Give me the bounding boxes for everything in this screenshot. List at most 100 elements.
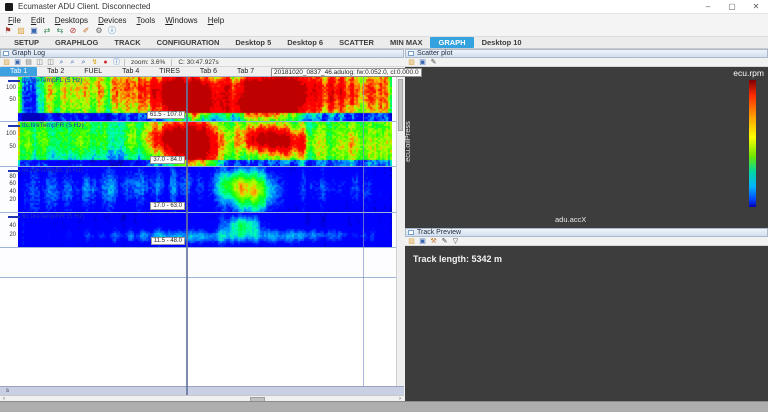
heatmap-row-0[interactable]: ttc.tireTempFL (5 Hz)1005061.5 - 107.0 xyxy=(0,77,396,122)
track-panel-header: Track Preview xyxy=(405,228,768,237)
pen-icon[interactable]: ✎ xyxy=(429,59,438,66)
open-icon[interactable]: ▨ xyxy=(16,27,26,35)
colorbar-label: ecu.rpm xyxy=(733,68,764,78)
menu-edit[interactable]: Edit xyxy=(26,16,50,25)
close-button[interactable]: ✕ xyxy=(744,0,768,13)
graph-marker-line[interactable] xyxy=(363,77,364,386)
graphlog-tab-tab-1[interactable]: Tab 1 xyxy=(0,67,37,76)
desktop-tab-desktop-10[interactable]: Desktop 10 xyxy=(474,37,530,48)
channel-swatch xyxy=(8,80,20,82)
graph-cursor-line[interactable] xyxy=(186,77,188,395)
cursor-range-value: 11.5 - 48.0 xyxy=(151,237,185,245)
track-map[interactable] xyxy=(405,246,768,401)
heatmap-row-2[interactable]: ttc.tireTempRL (5 Hz)8060402017.0 - 63.0 xyxy=(0,167,396,213)
desktop-tab-desktop-5[interactable]: Desktop 5 xyxy=(227,37,279,48)
wrench-icon[interactable]: ⚒ xyxy=(429,238,438,245)
y-tick: 20 xyxy=(0,197,16,203)
desktop-tab-configuration[interactable]: CONFIGURATION xyxy=(149,37,228,48)
pen-icon[interactable]: ✎ xyxy=(440,238,449,245)
heatmap-row-1[interactable]: ttc.tireTempFR (5 Hz)1005037.0 - 84.0 xyxy=(0,122,396,167)
zoom-out-icon[interactable]: ⌕ xyxy=(68,59,77,66)
minimize-button[interactable]: – xyxy=(696,0,720,13)
menu-devices[interactable]: Devices xyxy=(93,16,131,25)
info-icon[interactable]: ⓘ xyxy=(112,59,121,66)
channel-swatch xyxy=(8,170,20,172)
menubar: FileEditDesktopsDevicesToolsWindowsHelp xyxy=(0,14,768,26)
open-icon[interactable]: ▨ xyxy=(407,59,416,66)
y-tick: 50 xyxy=(0,144,16,150)
tools-icon[interactable]: ✐ xyxy=(81,27,91,35)
save-icon[interactable]: ▣ xyxy=(13,59,22,66)
scatter-canvas[interactable] xyxy=(405,67,768,228)
window-title: Ecumaster ADU Client. Disconnected xyxy=(18,2,151,11)
desktop-tab-desktop-6[interactable]: Desktop 6 xyxy=(279,37,331,48)
zoom-fit-icon[interactable]: ⌕ xyxy=(79,59,88,66)
y-tick: 100 xyxy=(0,85,16,91)
save-icon[interactable]: ▣ xyxy=(29,27,39,35)
menu-desktops[interactable]: Desktops xyxy=(50,16,93,25)
sync-icon[interactable]: ⇆ xyxy=(55,27,65,35)
graphlog-tab-tab-6[interactable]: Tab 6 xyxy=(190,67,227,76)
scatter-plot-area[interactable]: adu.accX ecu.oilPress ecu.rpm xyxy=(405,67,768,228)
cursor-range-value: 37.0 - 84.0 xyxy=(150,156,185,164)
open-icon[interactable]: ▨ xyxy=(2,59,11,66)
cursor-range-value: 61.5 - 107.0 xyxy=(147,111,185,119)
desktop-tab-track[interactable]: TRACK xyxy=(106,37,148,48)
desktop-tab-graphlog[interactable]: GRAPHLOG xyxy=(47,37,106,48)
info-icon[interactable]: ⓘ xyxy=(107,27,117,35)
y-tick: 40 xyxy=(0,189,16,195)
save-icon[interactable]: ▣ xyxy=(418,59,427,66)
graphlog-panel: Graph Log ▨▣▤◫◫⌕⌕⌕↯●ⓘzoom: 3.6%C: 30:47.… xyxy=(0,49,404,401)
desktop-tab-setup[interactable]: SETUP xyxy=(6,37,47,48)
scatter-panel: Scatter plot ▨▣✎ adu.accX ecu.oilPress e… xyxy=(405,49,768,228)
layout-single-icon[interactable]: ◫ xyxy=(35,59,44,66)
maximize-button[interactable]: ▢ xyxy=(720,0,744,13)
heatmap-row-3[interactable]: ttc.tireTempRR (5 Hz)402011.5 - 48.0 xyxy=(0,213,396,248)
desktop-tab-bar: SETUPGRAPHLOGTRACKCONFIGURATIONDesktop 5… xyxy=(0,37,768,49)
layout-split-icon[interactable]: ◫ xyxy=(46,59,55,66)
connect-icon[interactable]: ⇄ xyxy=(42,27,52,35)
graphlog-charts-area[interactable]: ttc.tireTempFL (5 Hz)1005061.5 - 107.0 tt… xyxy=(0,77,396,386)
flag-icon[interactable]: ⚑ xyxy=(3,27,13,35)
graphlog-tab-tab-2[interactable]: Tab 2 xyxy=(37,67,74,76)
cursor-range-value: 17.0 - 63.0 xyxy=(150,202,185,210)
desktop-tab-min-max[interactable]: MIN MAX xyxy=(382,37,431,48)
y-tick: 60 xyxy=(0,181,16,187)
scatter-x-axis-label: adu.accX xyxy=(555,215,586,224)
track-preview-area: Track length: 5342 m xyxy=(405,246,768,401)
scatter-toolbar: ▨▣✎ xyxy=(405,58,768,67)
panel-icon xyxy=(3,51,9,56)
zoom-in-icon[interactable]: ⌕ xyxy=(57,59,66,66)
open-icon[interactable]: ▨ xyxy=(407,238,416,245)
graphlog-tab-tab-7[interactable]: Tab 7 xyxy=(227,67,264,76)
menu-windows[interactable]: Windows xyxy=(160,16,202,25)
save-icon[interactable]: ▣ xyxy=(418,238,427,245)
app-icon xyxy=(5,3,13,11)
graphlog-tab-fuel[interactable]: FUEL xyxy=(74,67,112,76)
line-chart-0[interactable] xyxy=(18,248,392,278)
track-panel: Track Preview ▨▣⚒✎▽ Track length: 5342 m xyxy=(405,228,768,401)
line-row-0[interactable] xyxy=(0,248,396,278)
rpm-colorbar xyxy=(749,80,756,207)
time-axis-unit: s xyxy=(6,388,9,394)
record-icon[interactable]: ● xyxy=(101,59,110,66)
titlebar: Ecumaster ADU Client. Disconnected –▢✕ xyxy=(0,0,768,14)
desktop-tab-graph[interactable]: GRAPH xyxy=(430,37,473,48)
desktop-tab-scatter[interactable]: SCATTER xyxy=(331,37,382,48)
scatter-y-axis-label: ecu.oilPress xyxy=(403,121,412,162)
menu-tools[interactable]: Tools xyxy=(132,16,161,25)
filter-icon[interactable]: ▽ xyxy=(451,238,460,245)
record-icon[interactable]: ⊘ xyxy=(68,27,78,35)
statusbar xyxy=(0,401,768,412)
channel-label: ttc.tireTempRL (5 Hz) xyxy=(22,167,83,174)
cursor-time-label: C: 30:47.927s xyxy=(175,59,221,66)
export-image-icon[interactable]: ▤ xyxy=(24,59,33,66)
menu-help[interactable]: Help xyxy=(203,16,229,25)
settings-icon[interactable]: ⚙ xyxy=(94,27,104,35)
track-toolbar: ▨▣⚒✎▽ xyxy=(405,237,768,246)
menu-file[interactable]: File xyxy=(3,16,26,25)
graphlog-tab-tires[interactable]: TIRES xyxy=(149,67,190,76)
channel-swatch xyxy=(8,125,20,127)
lightning-icon[interactable]: ↯ xyxy=(90,59,99,66)
graphlog-tab-tab-4[interactable]: Tab 4 xyxy=(112,67,149,76)
